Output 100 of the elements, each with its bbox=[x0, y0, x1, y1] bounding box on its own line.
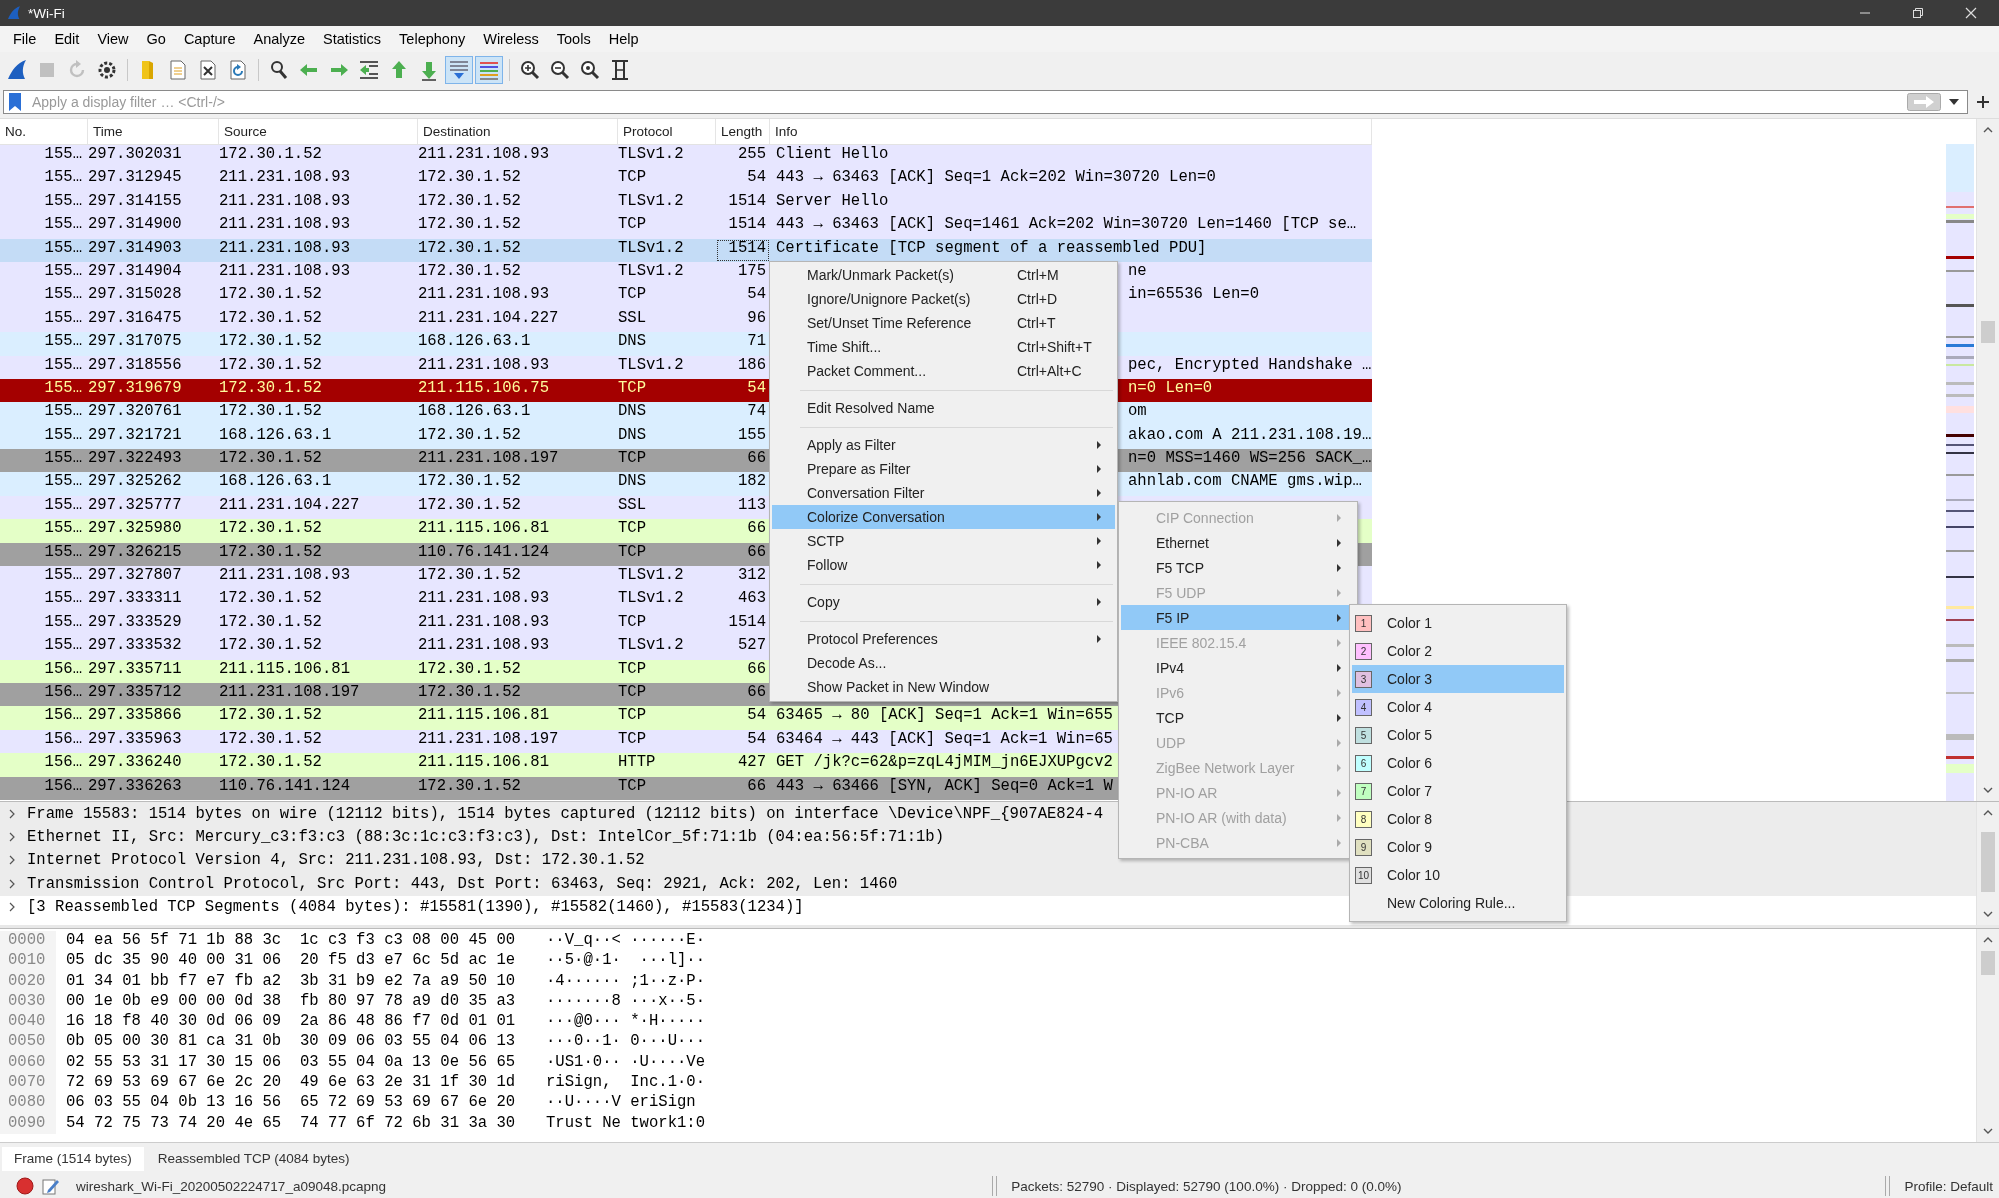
table-cell-text: 54 bbox=[746, 378, 767, 399]
packet-row[interactable]: 155… 297.302031 172.30.1.52 211.231.108.93 TLSv1.2 255 Client Hello bbox=[0, 145, 1372, 169]
column-header[interactable]: Destination bbox=[418, 119, 618, 144]
filter-field[interactable]: Apply a display filter … <Ctrl-/> bbox=[3, 90, 1968, 114]
menu-item[interactable]: Capture bbox=[174, 29, 245, 49]
table-cell-text: 211.115.106.75 bbox=[418, 378, 550, 399]
table-cell-text: 297.336263 bbox=[88, 776, 183, 797]
menu-item[interactable]: Help bbox=[599, 29, 648, 49]
menu-item[interactable]: Tools bbox=[547, 29, 600, 49]
column-header[interactable]: Protocol bbox=[618, 119, 716, 144]
table-cell-text: 172.30.1.52 bbox=[418, 261, 522, 282]
table-cell-text: TCP bbox=[618, 519, 648, 540]
menu-item[interactable]: Copy bbox=[772, 590, 1115, 614]
hex-bytes: 06 03 55 04 0b 13 16 56 65 72 69 53 69 67 6e 20 bbox=[66, 1093, 517, 1114]
ascii-bytes: riSign, Inc.1·0· bbox=[546, 1073, 706, 1094]
color-swatch: 9 bbox=[1355, 838, 1372, 856]
table-cell-text: 211.231.108.93 bbox=[219, 191, 351, 212]
table-cell-text: 156… bbox=[43, 776, 83, 797]
scroll-down-icon[interactable] bbox=[1983, 911, 1993, 917]
column-header[interactable]: Source bbox=[219, 119, 418, 144]
table-cell-text: TLSv1.2 bbox=[618, 636, 685, 657]
autoscroll-icon[interactable] bbox=[446, 57, 472, 83]
scrollbar-thumb[interactable] bbox=[1981, 321, 1995, 343]
menu-item[interactable]: Mark/Unmark Packet(s) Ctrl+M bbox=[772, 263, 1115, 287]
byte-offset: 0030 bbox=[0, 991, 56, 1013]
menu-item[interactable]: Set/Unset Time Reference Ctrl+T bbox=[772, 311, 1115, 335]
table-cell-text: TLSv1.2 bbox=[618, 566, 685, 587]
menu-item[interactable]: 3 Color 3 bbox=[1352, 665, 1564, 693]
column-header[interactable]: Info bbox=[770, 119, 1372, 144]
table-cell-text: 182 bbox=[736, 472, 767, 493]
scroll-up-icon[interactable] bbox=[1983, 810, 1993, 816]
table-cell-text: 155… bbox=[43, 308, 83, 329]
table-cell-text: 155… bbox=[43, 168, 83, 189]
close-icon[interactable] bbox=[1965, 7, 1977, 19]
column-header[interactable]: Length bbox=[716, 119, 770, 144]
table-cell-text: 155… bbox=[43, 449, 83, 470]
scrollbar[interactable] bbox=[1976, 802, 1999, 925]
menu-item[interactable]: Analyze bbox=[244, 29, 315, 49]
table-cell-text: 211.231.108.93 bbox=[219, 261, 351, 282]
scrollbar[interactable] bbox=[1976, 119, 1999, 801]
table-cell-text: ahnlab.com CNAME gms.wip… bbox=[1127, 472, 1362, 493]
status-dot-icon[interactable] bbox=[16, 1177, 34, 1195]
menu-label: Time Shift... bbox=[807, 339, 882, 355]
table-cell-text: 172.30.1.52 bbox=[418, 168, 522, 189]
packet-counts: Packets: 52790 · Displayed: 52790 (100.0%) · Dropped: 0 (0.0%) bbox=[1011, 1178, 1402, 1194]
menu-label: Color 7 bbox=[1387, 783, 1433, 799]
bytes-tab[interactable]: Reassembled TCP (4084 bytes) bbox=[145, 1147, 362, 1171]
scrollbar-thumb[interactable] bbox=[1981, 951, 1995, 975]
scrollbar[interactable] bbox=[1976, 929, 1999, 1142]
tree-text: Internet Protocol Version 4, Src: 211.231.108.93, Dst: 172.30.1.52 bbox=[27, 851, 645, 870]
color-swatch: 3 bbox=[1355, 670, 1372, 688]
submenu-arrow-icon bbox=[1337, 638, 1341, 647]
table-cell-text: 172.30.1.52 bbox=[418, 472, 522, 493]
ascii-bytes: ··5·@·1· ···l]·· bbox=[546, 951, 706, 972]
menu-label: Edit Resolved Name bbox=[807, 400, 935, 416]
table-cell-text: 211.231.108.93 bbox=[219, 566, 351, 587]
table-cell-text: 211.231.104.227 bbox=[219, 495, 361, 516]
table-cell-text: 1514 bbox=[727, 191, 767, 212]
menu-label: Color 5 bbox=[1387, 727, 1433, 743]
menu-item[interactable]: Ignore/Unignore Packet(s) Ctrl+D bbox=[772, 287, 1115, 311]
table-cell-text: Client Hello bbox=[775, 145, 889, 165]
bookmark-icon[interactable] bbox=[8, 92, 22, 112]
scrollbar-thumb[interactable] bbox=[1981, 832, 1995, 892]
bytes-tab[interactable]: Frame (1514 bytes) bbox=[2, 1147, 144, 1171]
table-cell-text: DNS bbox=[618, 332, 648, 353]
column-header[interactable]: Time bbox=[88, 119, 219, 144]
packet-row[interactable]: 155… 297.314155 211.231.108.93 172.30.1.52 TLSv1.2 1514 Server Hello bbox=[0, 191, 1372, 216]
menu-item[interactable]: Go bbox=[137, 29, 175, 49]
table-cell-text: 155… bbox=[43, 285, 83, 306]
edit-icon[interactable] bbox=[42, 1177, 60, 1195]
scroll-down-icon[interactable] bbox=[1983, 1128, 1993, 1134]
menu-item[interactable]: Telephony bbox=[390, 29, 475, 49]
scroll-down-icon[interactable] bbox=[1983, 787, 1993, 793]
menu-item[interactable]: Edit bbox=[45, 29, 89, 49]
packet-row[interactable]: 155… 297.314903 211.231.108.93 172.30.1.52 TLSv1.2 1514 Certificate [TCP segment of a reassembled PDU] bbox=[0, 238, 1372, 262]
table-cell-text: 211.115.106.81 bbox=[219, 659, 351, 680]
byte-offset: 0010 bbox=[0, 951, 56, 972]
restore-icon[interactable] bbox=[1912, 7, 1924, 19]
color-swatch: 7 bbox=[1355, 782, 1372, 800]
colorize-icon[interactable] bbox=[476, 57, 502, 83]
hex-bytes: 0b 05 00 30 81 ca 31 0b 30 09 06 03 55 04 06 13 bbox=[66, 1032, 517, 1053]
scroll-up-icon[interactable] bbox=[1983, 127, 1993, 133]
table-cell-text: 110.76.141.124 bbox=[219, 776, 351, 797]
tree-row[interactable]: [3 Reassembled TCP Segments (4084 bytes): #15581(1390), #15582(1460), #15583(1234)] bbox=[0, 895, 810, 919]
scroll-up-icon[interactable] bbox=[1983, 937, 1993, 943]
packet-row[interactable]: 155… 297.314900 211.231.108.93 172.30.1.52 TCP 1514 443 → 63463 [ACK] Seq=1461 Ack=202 Win=30720 Len=1460 [TCP se… bbox=[0, 215, 1372, 239]
packet-row[interactable]: 155… 297.312945 211.231.108.93 172.30.1.52 TCP 54 443 → 63463 [ACK] Seq=1 Ack=202 Win=30720 Len=0 bbox=[0, 168, 1372, 192]
table-cell-text: 297.333529 bbox=[88, 612, 183, 633]
dropdown-caret-icon[interactable] bbox=[1949, 99, 1959, 105]
profile-label[interactable]: Profile: Default bbox=[1904, 1178, 1993, 1194]
table-cell-text: 211.231.108.93 bbox=[219, 168, 351, 189]
menu-item[interactable]: Statistics bbox=[314, 29, 391, 49]
menu-item[interactable]: View bbox=[88, 29, 138, 49]
menu-item[interactable]: Wireless bbox=[474, 29, 548, 49]
menu-item[interactable]: Colorize Conversation bbox=[772, 505, 1115, 529]
column-header[interactable]: No. bbox=[0, 119, 88, 144]
filter-input[interactable]: Apply a display filter … <Ctrl-/> bbox=[30, 93, 1899, 111]
menu-item[interactable]: File bbox=[4, 29, 46, 49]
ascii-bytes: ·US1·0·· ·U····Ve bbox=[546, 1052, 706, 1073]
plus-icon[interactable] bbox=[1976, 95, 1990, 109]
